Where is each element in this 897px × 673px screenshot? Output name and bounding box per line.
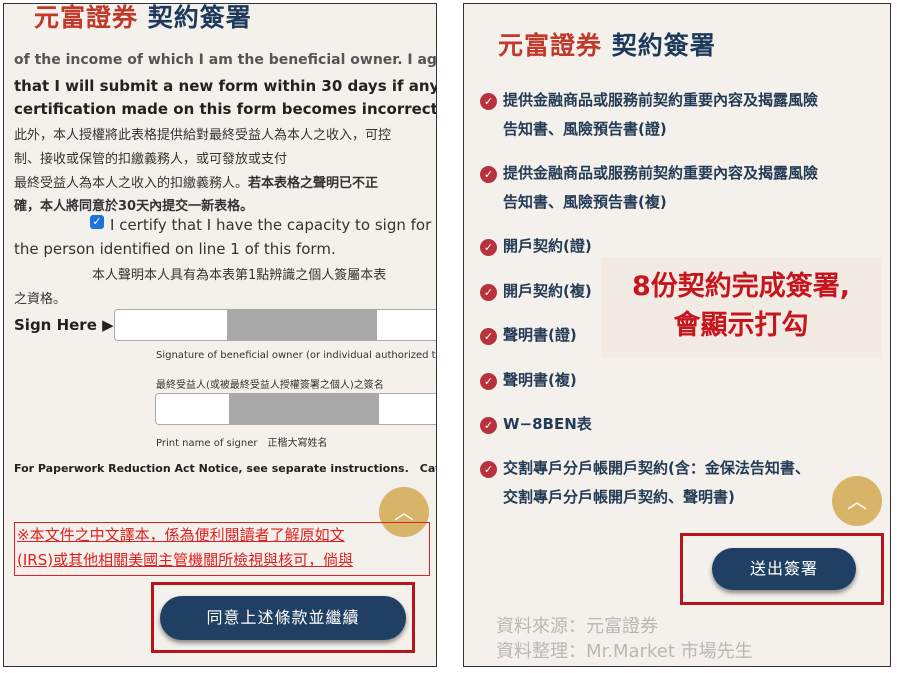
contract-item: ✓ 交割專戶分戶帳開戶契約(含：金保法告知書、 交割專戶分戶帳開戶契約、聲明書) bbox=[480, 459, 810, 512]
item-line-2: 交割專戶分戶帳開戶契約、聲明書) bbox=[503, 488, 735, 506]
compiler-caption: 資料整理：Mr.Market 市場先生 bbox=[496, 641, 753, 662]
item-line-1: 開戶契約(複) bbox=[503, 282, 592, 300]
submit-signature-button[interactable]: 送出簽署 bbox=[712, 548, 856, 590]
zh-authorize-line-3: 最終受益人為本人之收入的扣繳義務人。若本表格之聲明已不正 bbox=[14, 172, 378, 191]
contract-item: ✓ 開戶契約(證) bbox=[480, 237, 592, 261]
item-line-1: 提供金融商品或服務前契約重要內容及揭露風險 bbox=[503, 164, 819, 182]
certify-checkbox[interactable]: ✓ bbox=[90, 215, 104, 229]
item-line-1: 聲明書(複) bbox=[503, 371, 577, 389]
agree-line-1: that I will submit a new form within 30 … bbox=[14, 77, 437, 95]
check-circle-icon: ✓ bbox=[480, 328, 497, 345]
item-line-1: W−8BEN表 bbox=[503, 415, 592, 433]
title-text: 契約簽署 bbox=[147, 3, 252, 32]
title-brand: 元富證券 bbox=[31, 4, 141, 34]
cut-off-line: of the income of which I am the benefici… bbox=[14, 52, 437, 68]
contract-item: ✓ 提供金融商品或服務前契約重要內容及揭露風險 告知書、風險預告書(證) bbox=[480, 91, 818, 144]
check-circle-icon: ✓ bbox=[480, 239, 497, 256]
chevron-up-icon[interactable]: ︿ bbox=[832, 476, 882, 526]
left-form-panel: 元富證券 契約簽署 of the income of which I am th… bbox=[3, 3, 437, 667]
agree-continue-button[interactable]: 同意上述條款並繼續 bbox=[160, 596, 406, 640]
title-text-right: 契約簽署 bbox=[611, 31, 716, 60]
check-circle-icon: ✓ bbox=[480, 373, 497, 390]
item-line-2: 告知書、風險預告書(證) bbox=[503, 120, 667, 138]
contract-item: ✓ 提供金融商品或服務前契約重要內容及揭露風險 告知書、風險預告書(複) bbox=[480, 164, 818, 217]
redacted-block-2 bbox=[229, 393, 379, 425]
certify-line-2: the person identified on line 1 of this … bbox=[14, 240, 336, 258]
page-title-right: 元富證券 契約簽署 bbox=[495, 26, 716, 62]
item-line-1: 提供金融商品或服務前契約重要內容及揭露風險 bbox=[503, 91, 819, 109]
contract-item: ✓ W−8BEN表 bbox=[480, 415, 592, 439]
translation-warning: ※本文件之中文譯本，係為便利閱讀者了解原如文 (IRS)或其他相關美國主管機關所… bbox=[14, 522, 430, 576]
zh-capacity-line-1: 本人聲明本人具有為本表第1點辨識之個人簽屬本表 bbox=[92, 268, 387, 283]
zh-authorize-line-4: 確，本人將同意於30天內提交一新表格。 bbox=[14, 199, 254, 214]
item-line-2: 告知書、風險預告書(複) bbox=[503, 193, 667, 211]
certify-line-1: I certify that I have the capacity to si… bbox=[110, 216, 432, 234]
callout-line-2: 會顯示打勾 bbox=[673, 310, 809, 341]
warning-line-2: (IRS)或其他相關美國主管機關所檢視與核可，倘與 bbox=[17, 551, 354, 569]
item-line-1: 交割專戶分戶帳開戶契約(含：金保法告知書、 bbox=[503, 459, 810, 477]
signature-input[interactable] bbox=[114, 309, 436, 341]
zh-line-3-bold: 若本表格之聲明已不正 bbox=[248, 176, 379, 191]
print-name-caption: Print name of signer 正楷大寫姓名 bbox=[156, 438, 328, 449]
right-contract-panel: 元富證券 契約簽署 ✓ 提供金融商品或服務前契約重要內容及揭露風險 告知書、風險預… bbox=[463, 3, 891, 667]
signature-caption: Signature of beneficial owner (or indivi… bbox=[156, 350, 437, 361]
zh-line-3-normal: 最終受益人為本人之收入的扣繳義務人。 bbox=[14, 176, 249, 191]
zh-authorize-line-2: 制、接收或保管的扣繳義務人，或可發放或支付 bbox=[14, 152, 288, 167]
check-circle-icon: ✓ bbox=[480, 166, 497, 183]
item-line-1: 聲明書(證) bbox=[503, 326, 577, 344]
warning-line-1: ※本文件之中文譯本，係為便利閱讀者了解原如文 bbox=[17, 526, 345, 544]
check-circle-icon: ✓ bbox=[480, 417, 497, 434]
title-brand-right: 元富證券 bbox=[495, 26, 605, 62]
callout-line-1: 8份契約完成簽署, bbox=[631, 271, 851, 302]
source-caption: 資料來源：元富證券 bbox=[496, 616, 658, 637]
agree-line-2: certification made on this form becomes … bbox=[14, 100, 437, 118]
signature-caption-zh: 最終受益人(或被最終受益人授權簽署之個人)之簽名 bbox=[156, 380, 384, 391]
check-circle-icon: ✓ bbox=[480, 461, 497, 478]
sign-here-label: Sign Here ▶ bbox=[14, 316, 114, 334]
zh-capacity-line-2: 之資格。 bbox=[14, 292, 67, 307]
annotation-callout: 8份契約完成簽署, 會顯示打勾 bbox=[601, 257, 881, 357]
contract-item: ✓ 聲明書(複) bbox=[480, 371, 577, 395]
check-circle-icon: ✓ bbox=[480, 284, 497, 301]
paperwork-notice: For Paperwork Reduction Act Notice, see … bbox=[14, 462, 437, 475]
check-circle-icon: ✓ bbox=[480, 93, 497, 110]
page-title: 元富證券 契約簽署 bbox=[31, 3, 252, 34]
contract-item: ✓ 開戶契約(複) bbox=[480, 282, 592, 306]
item-line-1: 開戶契約(證) bbox=[503, 237, 592, 255]
zh-authorize-line-1: 此外，本人授權將此表格提供給對最終受益人為本人之收入，可控 bbox=[14, 128, 392, 143]
redacted-block bbox=[227, 309, 377, 341]
contract-item: ✓ 聲明書(證) bbox=[480, 326, 577, 350]
print-name-input[interactable] bbox=[155, 393, 436, 425]
